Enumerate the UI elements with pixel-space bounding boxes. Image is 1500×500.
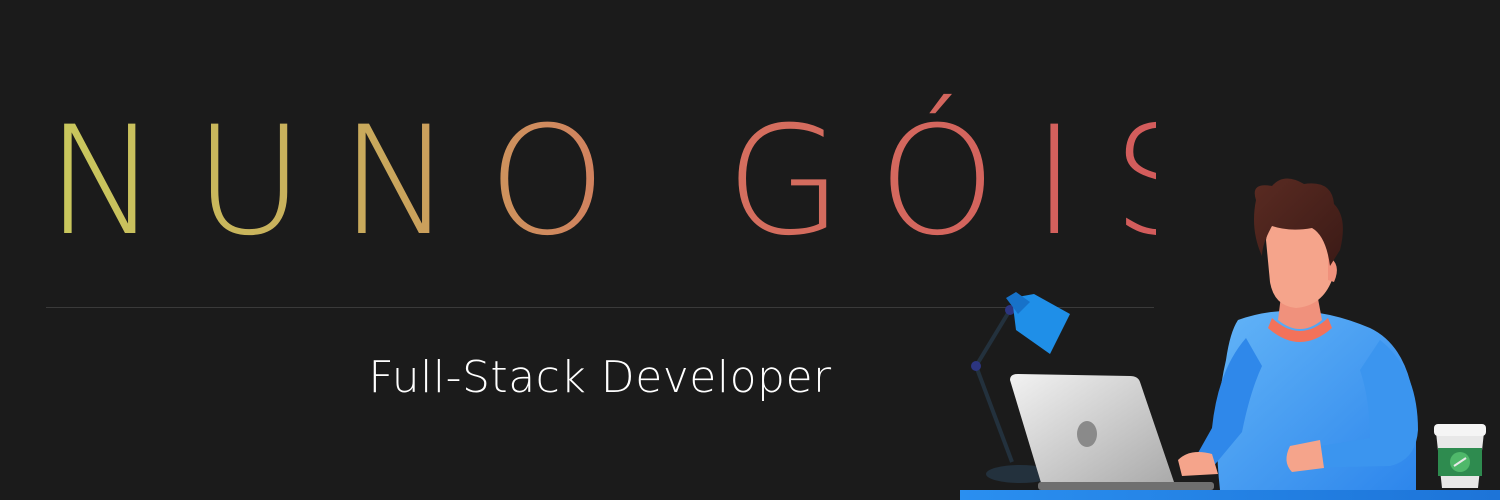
developer-figure-icon (1178, 178, 1418, 490)
profile-banner: NUNO GÓIS Full-Stack Developer (0, 0, 1500, 500)
desk-icon (960, 490, 1500, 500)
coffee-cup-icon (1434, 424, 1486, 488)
developer-illustration (960, 178, 1500, 500)
